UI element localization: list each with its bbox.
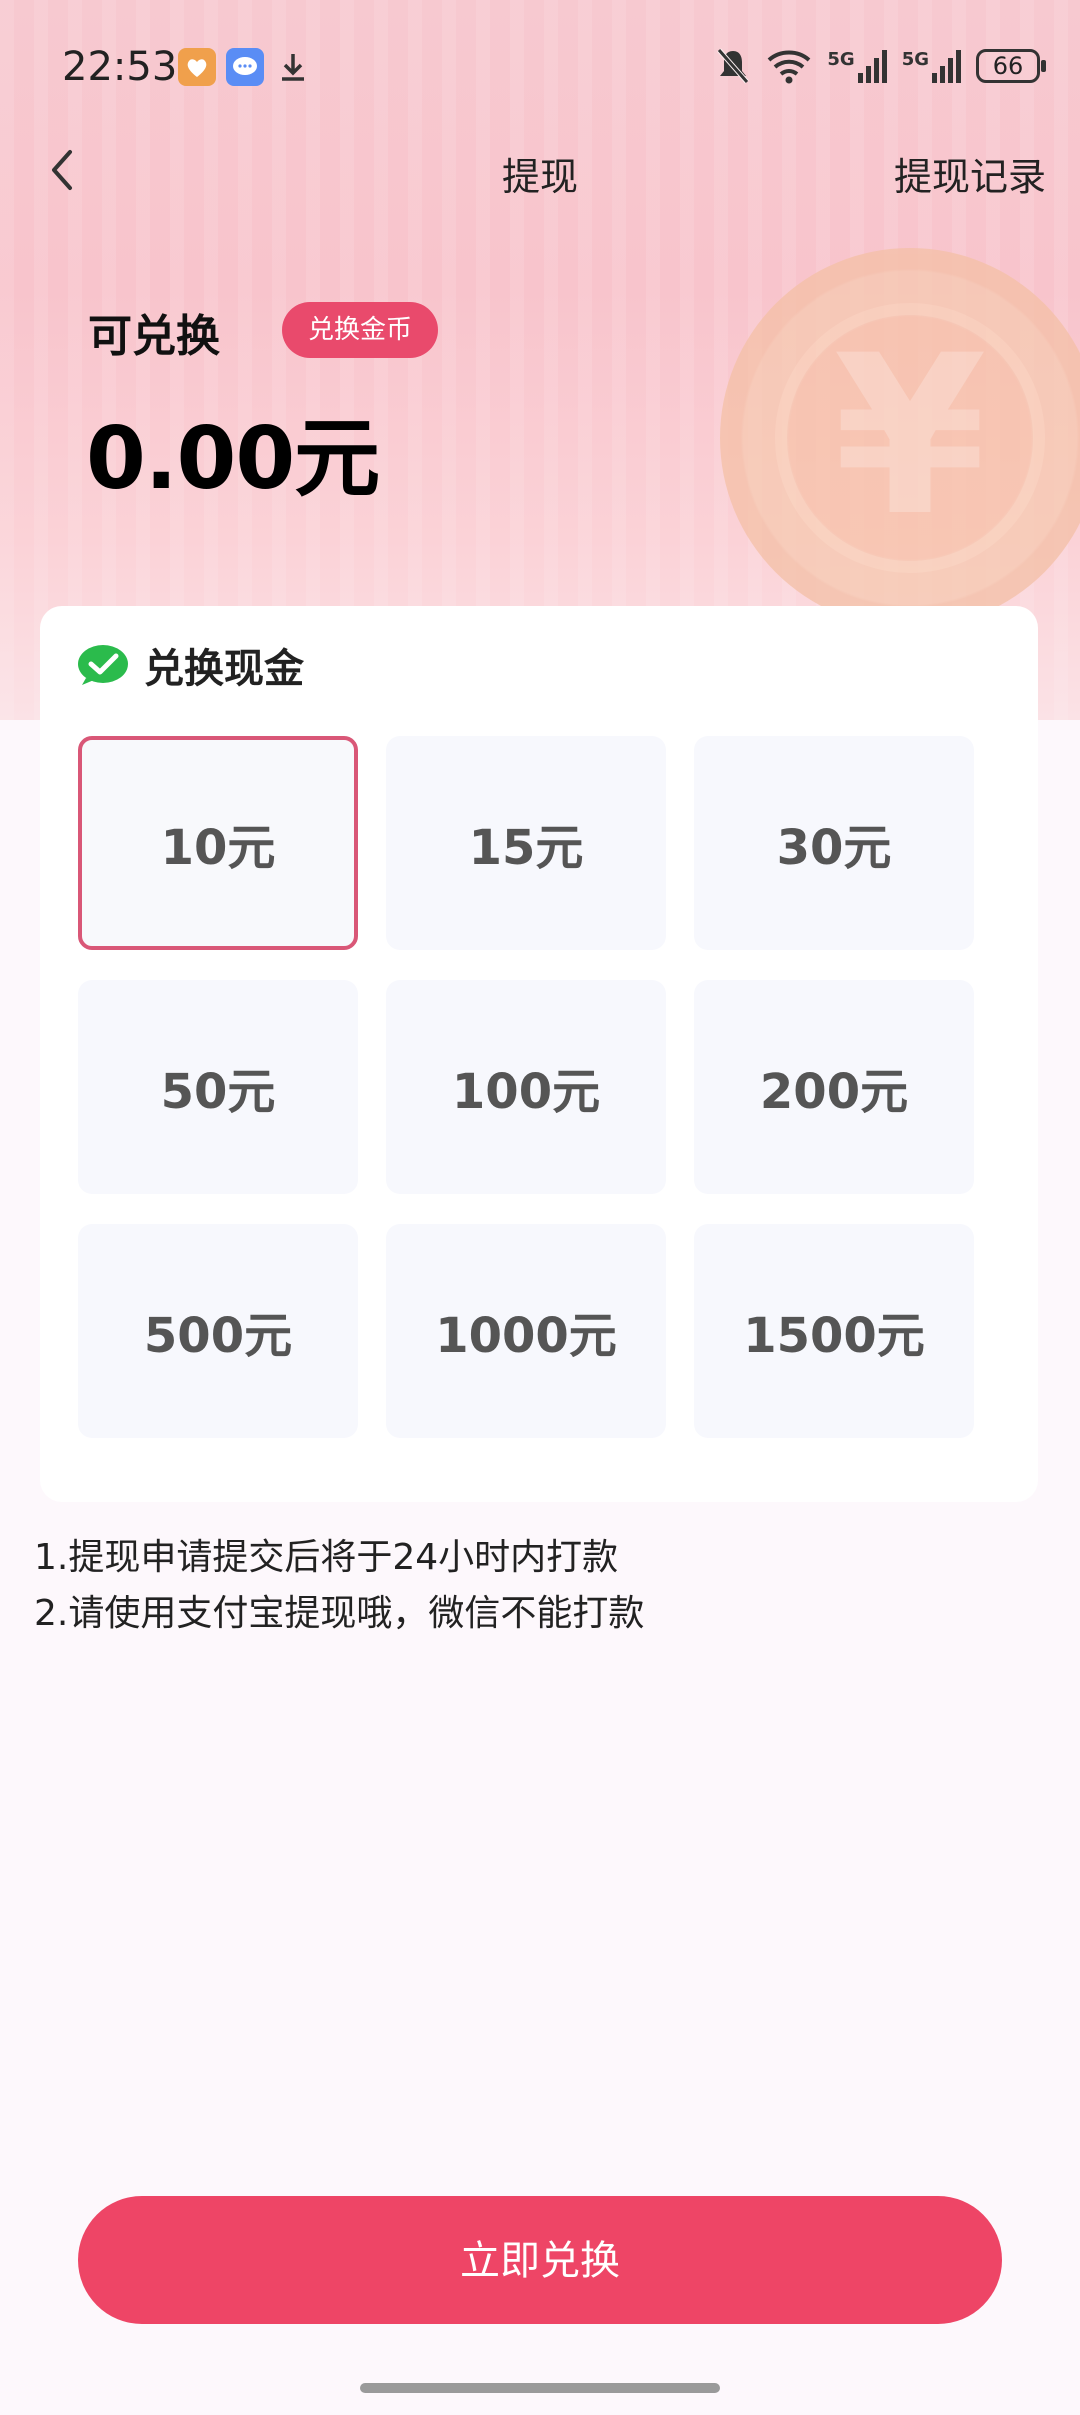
card-header: 兑换现金: [76, 636, 304, 694]
signal-bars-icon: [857, 50, 887, 83]
signal-5g-2: 5G: [902, 49, 962, 83]
check-bubble-icon: [78, 645, 128, 685]
exchange-coins-badge[interactable]: 兑换金币: [282, 302, 439, 358]
amount-option[interactable]: 1500元: [694, 1224, 974, 1438]
note-line: 2.请使用支付宝提现哦，微信不能打款: [34, 1593, 645, 1634]
balance-value: 0.00元: [86, 409, 380, 509]
amount-option[interactable]: 10元: [78, 736, 358, 950]
network-label: 5G: [827, 49, 855, 70]
amount-option[interactable]: 50元: [78, 980, 358, 1194]
amount-options-grid: 10元 15元 30元 50元 100元 200元 500元 1000元 150…: [78, 736, 1008, 1438]
mute-bell-icon: [717, 48, 750, 84]
app-notification-icon: [178, 48, 216, 86]
signal-5g-1: 5G: [827, 49, 887, 83]
exchange-card: 兑换现金 10元 15元 30元 50元 100元 200元 500元 1000…: [40, 606, 1038, 1502]
network-label: 5G: [901, 49, 929, 70]
card-title: 兑换现金: [144, 646, 304, 692]
coin-symbol: ¥: [833, 308, 987, 564]
battery-indicator: 66: [976, 49, 1046, 83]
yen-coin-icon: ¥: [720, 248, 1080, 628]
amount-option[interactable]: 200元: [694, 980, 974, 1194]
amount-option[interactable]: 15元: [386, 736, 666, 950]
withdraw-history-link[interactable]: 提现记录: [894, 146, 1046, 201]
download-icon: [274, 48, 312, 86]
withdraw-notes: 1.提现申请提交后将于24小时内打款 2.请使用支付宝提现哦，微信不能打款: [34, 1530, 644, 1642]
status-bar: 22:53 5G 5G 66: [0, 0, 1080, 130]
balance-label: 可兑换: [88, 311, 220, 362]
amount-option[interactable]: 100元: [386, 980, 666, 1194]
amount-option[interactable]: 500元: [78, 1224, 358, 1438]
wifi-icon: [768, 50, 811, 84]
home-indicator[interactable]: [360, 2383, 720, 2393]
amount-option[interactable]: 30元: [694, 736, 974, 950]
amount-option[interactable]: 1000元: [386, 1224, 666, 1438]
exchange-now-button[interactable]: 立即兑换: [78, 2196, 1002, 2324]
message-notification-icon: [226, 48, 264, 86]
note-line: 1.提现申请提交后将于24小时内打款: [34, 1537, 619, 1578]
status-indicators: 5G 5G 66: [715, 44, 1046, 88]
signal-bars-icon: [932, 50, 961, 83]
status-time: 22:53: [62, 44, 178, 90]
